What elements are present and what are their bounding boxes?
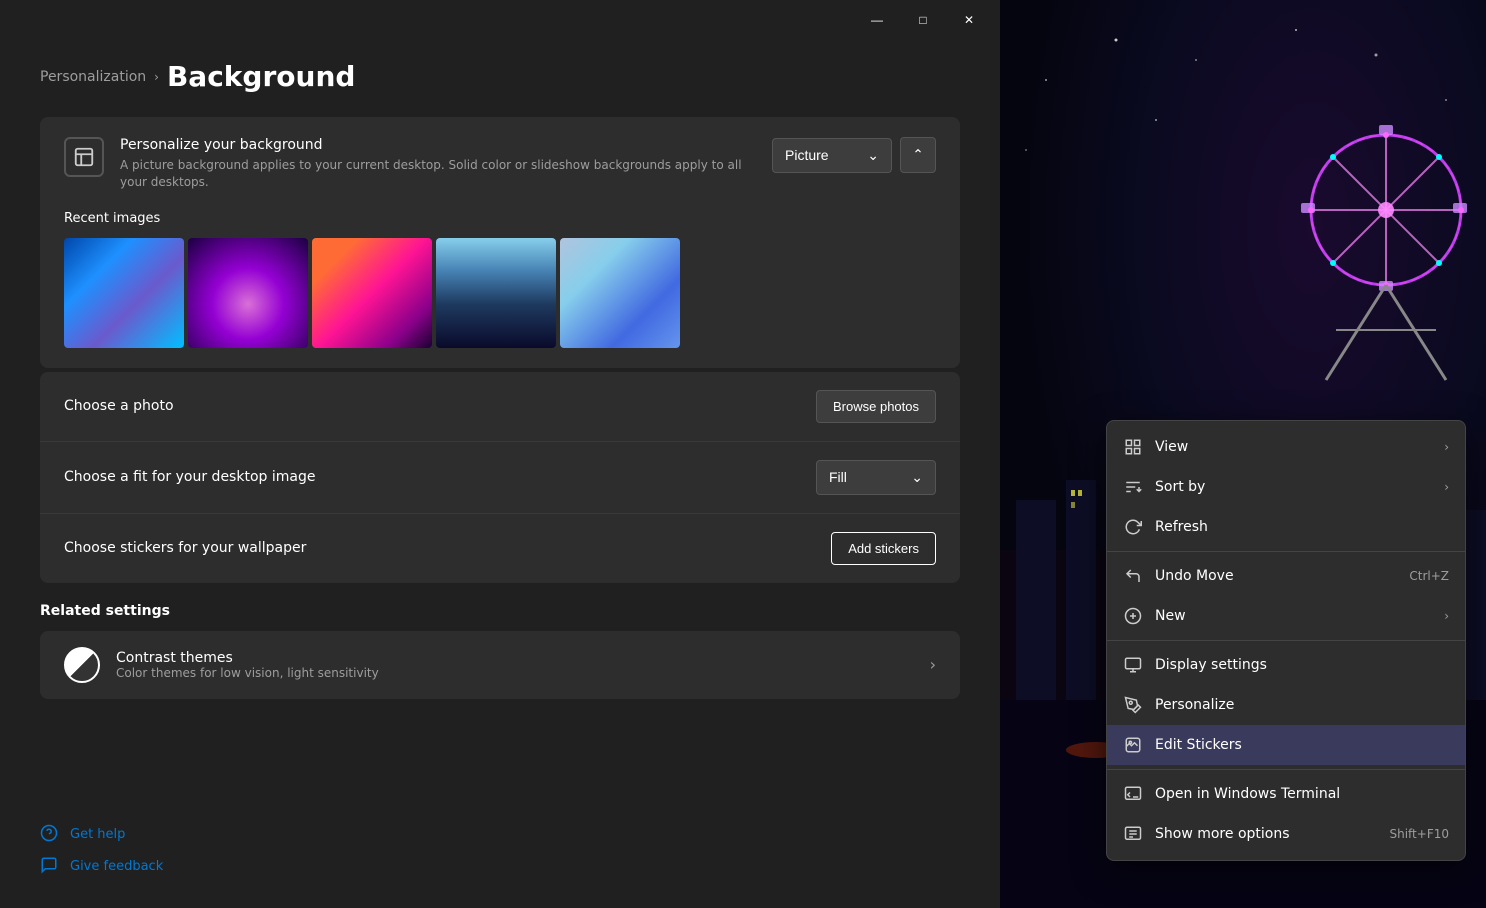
choose-photo-row: Choose a photo Browse photos	[40, 372, 960, 441]
bg-header: Personalize your background A picture ba…	[64, 137, 936, 191]
new-submenu-icon: ›	[1444, 609, 1449, 623]
show-more-shortcut: Shift+F10	[1389, 827, 1449, 841]
menu-label-display-settings: Display settings	[1155, 657, 1449, 673]
view-submenu-icon: ›	[1444, 440, 1449, 454]
contrast-desc: Color themes for low vision, light sensi…	[116, 666, 914, 680]
collapse-icon: ⌃	[912, 147, 923, 163]
recent-image-3[interactable]	[312, 238, 432, 348]
give-feedback-link[interactable]: Give feedback	[40, 856, 960, 876]
display-settings-icon	[1123, 655, 1143, 675]
refresh-icon	[1123, 517, 1143, 537]
menu-item-edit-stickers[interactable]: Edit Stickers	[1107, 725, 1465, 765]
menu-label-undo-move: Undo Move	[1155, 568, 1397, 584]
context-menu: View › Sort by › Refresh	[1106, 420, 1466, 861]
get-help-label: Get help	[70, 827, 125, 842]
choose-stickers-label: Choose stickers for your wallpaper	[64, 540, 306, 556]
menu-item-personalize[interactable]: Personalize	[1107, 685, 1465, 725]
menu-item-open-terminal[interactable]: Open in Windows Terminal	[1107, 774, 1465, 814]
page-title: Background	[167, 60, 355, 93]
terminal-icon	[1123, 784, 1143, 804]
menu-label-open-terminal: Open in Windows Terminal	[1155, 786, 1449, 802]
dropdown-chevron-icon: ⌄	[867, 147, 879, 164]
background-icon	[64, 137, 104, 177]
settings-window: — □ ✕ Personalization › Background	[0, 0, 1000, 908]
breadcrumb-parent[interactable]: Personalization	[40, 69, 146, 85]
contrast-title: Contrast themes	[116, 650, 914, 666]
menu-divider-2	[1107, 640, 1465, 641]
help-icon	[40, 824, 60, 844]
undo-shortcut: Ctrl+Z	[1409, 569, 1449, 583]
view-icon	[1123, 437, 1143, 457]
browse-photos-button[interactable]: Browse photos	[816, 390, 936, 423]
menu-divider-3	[1107, 769, 1465, 770]
sort-submenu-icon: ›	[1444, 480, 1449, 494]
choose-fit-row: Choose a fit for your desktop image Fill…	[40, 442, 960, 513]
edit-stickers-icon	[1123, 735, 1143, 755]
menu-label-refresh: Refresh	[1155, 519, 1449, 535]
menu-item-show-more[interactable]: Show more options Shift+F10	[1107, 814, 1465, 854]
choose-photo-label: Choose a photo	[64, 398, 174, 414]
recent-image-5[interactable]	[560, 238, 680, 348]
contrast-themes-card[interactable]: Contrast themes Color themes for low vis…	[40, 631, 960, 699]
add-stickers-button[interactable]: Add stickers	[831, 532, 936, 565]
contrast-text: Contrast themes Color themes for low vis…	[116, 650, 914, 680]
related-settings-label: Related settings	[40, 603, 960, 619]
title-bar: — □ ✕	[0, 0, 1000, 40]
recent-images-label: Recent images	[64, 211, 936, 226]
menu-item-new[interactable]: New ›	[1107, 596, 1465, 636]
recent-images-grid	[64, 238, 936, 348]
recent-image-4[interactable]	[436, 238, 556, 348]
minimize-button[interactable]: —	[854, 4, 900, 36]
bg-desc: A picture background applies to your cur…	[120, 157, 756, 191]
menu-item-sort-by[interactable]: Sort by ›	[1107, 467, 1465, 507]
recent-image-1[interactable]	[64, 238, 184, 348]
menu-item-undo-move[interactable]: Undo Move Ctrl+Z	[1107, 556, 1465, 596]
background-card: Personalize your background A picture ba…	[40, 117, 960, 368]
sort-by-icon	[1123, 477, 1143, 497]
menu-label-view: View	[1155, 439, 1432, 455]
collapse-button[interactable]: ⌃	[900, 137, 936, 173]
footer-links: Get help Give feedback	[0, 804, 1000, 908]
content-area: Personalization › Background Personalize…	[0, 40, 1000, 804]
close-button[interactable]: ✕	[946, 4, 992, 36]
choose-fit-label: Choose a fit for your desktop image	[64, 469, 315, 485]
menu-item-display-settings[interactable]: Display settings	[1107, 645, 1465, 685]
menu-item-refresh[interactable]: Refresh	[1107, 507, 1465, 547]
bg-title: Personalize your background	[120, 137, 756, 153]
contrast-icon	[64, 647, 100, 683]
bg-dropdown-area: Picture ⌄ ⌃	[772, 137, 936, 173]
undo-icon	[1123, 566, 1143, 586]
choose-photo-card: Choose a photo Browse photos Choose a fi…	[40, 372, 960, 583]
personalize-icon	[1123, 695, 1143, 715]
menu-label-personalize: Personalize	[1155, 697, 1449, 713]
menu-label-show-more: Show more options	[1155, 826, 1377, 842]
contrast-chevron-icon: ›	[930, 655, 936, 674]
give-feedback-label: Give feedback	[70, 859, 163, 874]
picture-dropdown[interactable]: Picture ⌄	[772, 138, 892, 173]
breadcrumb: Personalization › Background	[40, 60, 960, 93]
menu-label-sort-by: Sort by	[1155, 479, 1432, 495]
fit-dropdown[interactable]: Fill ⌄	[816, 460, 936, 495]
breadcrumb-separator: ›	[154, 70, 159, 84]
recent-images-section: Recent images	[64, 211, 936, 348]
menu-label-new: New	[1155, 608, 1432, 624]
menu-divider-1	[1107, 551, 1465, 552]
menu-label-edit-stickers: Edit Stickers	[1155, 737, 1449, 753]
bg-description: Personalize your background A picture ba…	[120, 137, 756, 191]
menu-item-view[interactable]: View ›	[1107, 427, 1465, 467]
show-more-icon	[1123, 824, 1143, 844]
feedback-icon	[40, 856, 60, 876]
choose-stickers-row: Choose stickers for your wallpaper Add s…	[40, 514, 960, 583]
maximize-button[interactable]: □	[900, 4, 946, 36]
get-help-link[interactable]: Get help	[40, 824, 960, 844]
fit-dropdown-chevron-icon: ⌄	[911, 469, 923, 486]
new-icon	[1123, 606, 1143, 626]
recent-image-2[interactable]	[188, 238, 308, 348]
